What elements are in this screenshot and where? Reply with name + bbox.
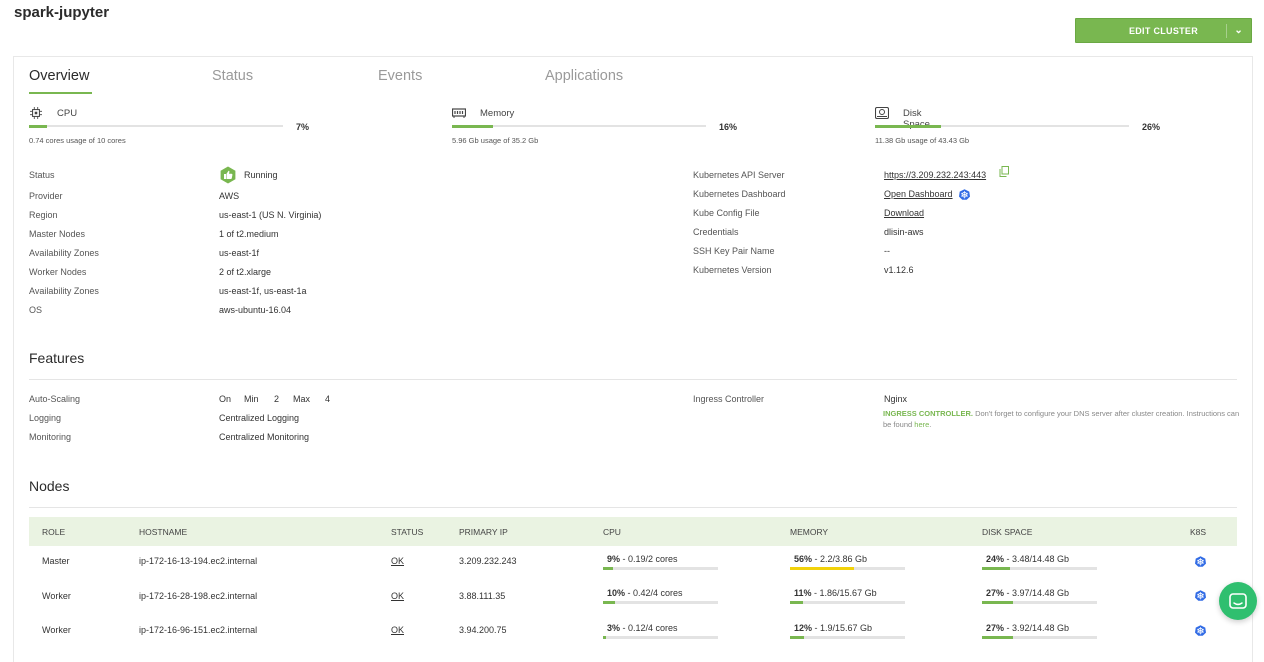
disk-usage: 11.38 Gb usage of 43.43 Gb [875,136,970,145]
api-server-link[interactable]: https://3.209.232.243:443 [884,170,986,180]
button-divider [1226,24,1227,38]
table-header: ROLE HOSTNAME STATUS PRIMARY IP CPU MEMO… [29,517,1237,546]
kubernetes-icon[interactable] [1195,556,1206,567]
features-title: Features [29,350,85,366]
kubernetes-icon[interactable] [1195,625,1206,636]
status-value: Running [244,170,278,180]
table-row: Worker ip-172-16-28-198.ec2.internal OK … [29,587,1237,621]
cpu-icon [30,107,42,119]
open-dashboard-link[interactable]: Open Dashboard [884,189,953,199]
active-tab-indicator [29,92,92,94]
tab-status[interactable]: Status [212,68,253,84]
table-row: Worker ip-172-16-96-151.ec2.internal OK … [29,621,1237,655]
page-title: spark-jupyter [14,4,110,21]
ingress-instructions-link[interactable]: here [914,420,929,429]
memory-usage: 5.96 Gb usage of 35.2 Gb [452,136,539,145]
kubernetes-icon [959,189,970,200]
tab-overview[interactable]: Overview [29,68,89,84]
disk-icon [875,107,889,119]
table-row: Master ip-172-16-13-194.ec2.internal OK … [29,552,1237,586]
nodes-divider [29,507,1237,508]
tab-events[interactable]: Events [378,68,422,84]
features-divider [29,379,1237,380]
memory-label: Memory [480,108,515,119]
chat-icon [1229,593,1247,609]
chat-button[interactable] [1219,582,1257,620]
cpu-usage: 0.74 cores usage of 10 cores [29,136,126,145]
download-link[interactable]: Download [884,208,924,218]
cpu-percent: 7% [296,122,310,132]
chevron-down-icon[interactable]: ⌄ [1234,25,1243,36]
cpu-label: CPU [57,108,78,119]
kubernetes-icon[interactable] [1195,590,1206,601]
edit-cluster-button[interactable]: EDIT CLUSTER ⌄ [1075,18,1252,43]
cpu-progress [29,124,283,128]
disk-progress [875,124,1129,128]
node-status-link[interactable]: OK [391,556,404,566]
memory-progress [452,124,706,128]
memory-percent: 16% [719,122,738,132]
disk-percent: 26% [1142,122,1161,132]
edit-cluster-label: EDIT CLUSTER [1128,25,1199,36]
node-status-link[interactable]: OK [391,591,404,601]
copy-icon[interactable] [999,166,1009,177]
ingress-note: INGRESS CONTROLLER. Don't forget to conf… [883,409,1240,429]
nodes-title: Nodes [29,478,70,494]
node-status-link[interactable]: OK [391,625,404,635]
tab-applications[interactable]: Applications [545,68,623,84]
thumbs-up-icon [220,166,236,184]
memory-icon [452,108,466,118]
